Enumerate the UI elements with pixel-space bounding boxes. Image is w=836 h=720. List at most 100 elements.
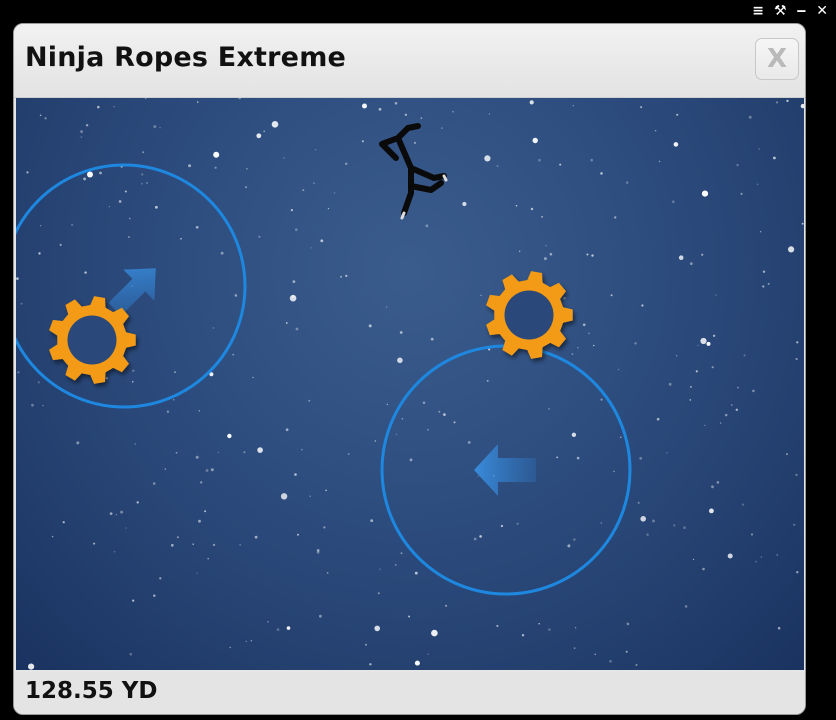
star <box>192 543 194 545</box>
star <box>777 626 781 630</box>
star <box>529 100 534 105</box>
star <box>668 382 672 386</box>
star <box>141 182 143 185</box>
star <box>85 124 89 127</box>
distance-readout: 128.55 YD <box>25 678 158 704</box>
star <box>634 342 637 345</box>
game-scene[interactable] <box>16 98 804 670</box>
star <box>42 405 44 407</box>
star <box>453 421 456 424</box>
star <box>408 615 411 618</box>
star <box>795 473 798 477</box>
star <box>684 605 688 608</box>
gear-anchor-left[interactable] <box>49 296 136 384</box>
star <box>776 554 778 556</box>
star <box>756 183 759 186</box>
star <box>610 294 613 297</box>
star <box>129 652 133 656</box>
star <box>719 422 722 424</box>
star <box>683 526 686 529</box>
star <box>227 433 232 439</box>
star <box>125 527 127 529</box>
star <box>673 142 679 147</box>
star <box>170 543 174 547</box>
star <box>637 501 640 504</box>
star <box>656 417 660 421</box>
menu-icon[interactable]: ≡ <box>752 2 764 20</box>
anchor-ring-left[interactable] <box>16 163 247 409</box>
star <box>519 250 521 252</box>
star <box>51 535 54 538</box>
star <box>801 222 804 225</box>
star <box>486 379 489 382</box>
star <box>758 148 760 150</box>
star <box>727 553 733 559</box>
star <box>793 523 796 526</box>
star <box>521 634 525 637</box>
minimize-icon[interactable]: ‒ <box>797 2 807 20</box>
game-canvas[interactable] <box>16 98 804 670</box>
star <box>496 165 499 168</box>
star <box>760 556 763 558</box>
star <box>84 271 87 274</box>
star <box>141 173 144 176</box>
star <box>76 441 80 445</box>
star <box>613 470 615 473</box>
star <box>640 516 646 522</box>
star <box>310 247 312 249</box>
star <box>706 341 711 346</box>
star <box>404 113 408 116</box>
tools-icon[interactable]: ⚒ <box>774 2 787 20</box>
star <box>113 550 116 553</box>
star <box>239 544 241 546</box>
star <box>741 503 745 506</box>
star <box>217 451 219 453</box>
window-close-button[interactable]: X <box>755 38 799 80</box>
star <box>400 552 403 555</box>
star <box>697 344 699 346</box>
star <box>673 524 676 527</box>
star <box>132 599 135 602</box>
anchor-ring-right[interactable] <box>380 344 632 596</box>
star <box>196 101 199 103</box>
star <box>430 337 434 341</box>
star <box>40 225 42 227</box>
star <box>477 475 479 477</box>
star <box>654 130 657 132</box>
star <box>571 432 577 437</box>
star <box>340 275 343 278</box>
star <box>93 542 96 545</box>
system-top-bar: ≡ ⚒ ‒ ✕ <box>0 0 836 22</box>
star <box>394 102 398 105</box>
star <box>600 522 602 524</box>
close-icon[interactable]: ✕ <box>816 2 828 20</box>
star <box>80 136 83 138</box>
star <box>152 482 156 485</box>
star <box>176 536 179 539</box>
star <box>724 413 728 417</box>
star <box>672 200 675 204</box>
star <box>175 451 178 454</box>
star <box>795 357 798 361</box>
star <box>212 327 215 329</box>
star <box>198 519 201 523</box>
star <box>543 257 547 261</box>
star <box>480 294 482 297</box>
star <box>473 537 477 541</box>
star <box>635 664 638 666</box>
star <box>128 236 130 238</box>
star <box>285 322 288 324</box>
star <box>333 192 336 194</box>
star <box>361 140 364 143</box>
star <box>132 381 134 383</box>
star <box>755 560 757 563</box>
star <box>709 508 714 514</box>
star <box>762 285 765 288</box>
star <box>538 158 541 162</box>
close-button-label: X <box>766 44 788 74</box>
star <box>297 533 299 536</box>
star <box>736 163 739 167</box>
star <box>155 205 158 209</box>
star <box>347 453 350 455</box>
star <box>245 640 247 643</box>
